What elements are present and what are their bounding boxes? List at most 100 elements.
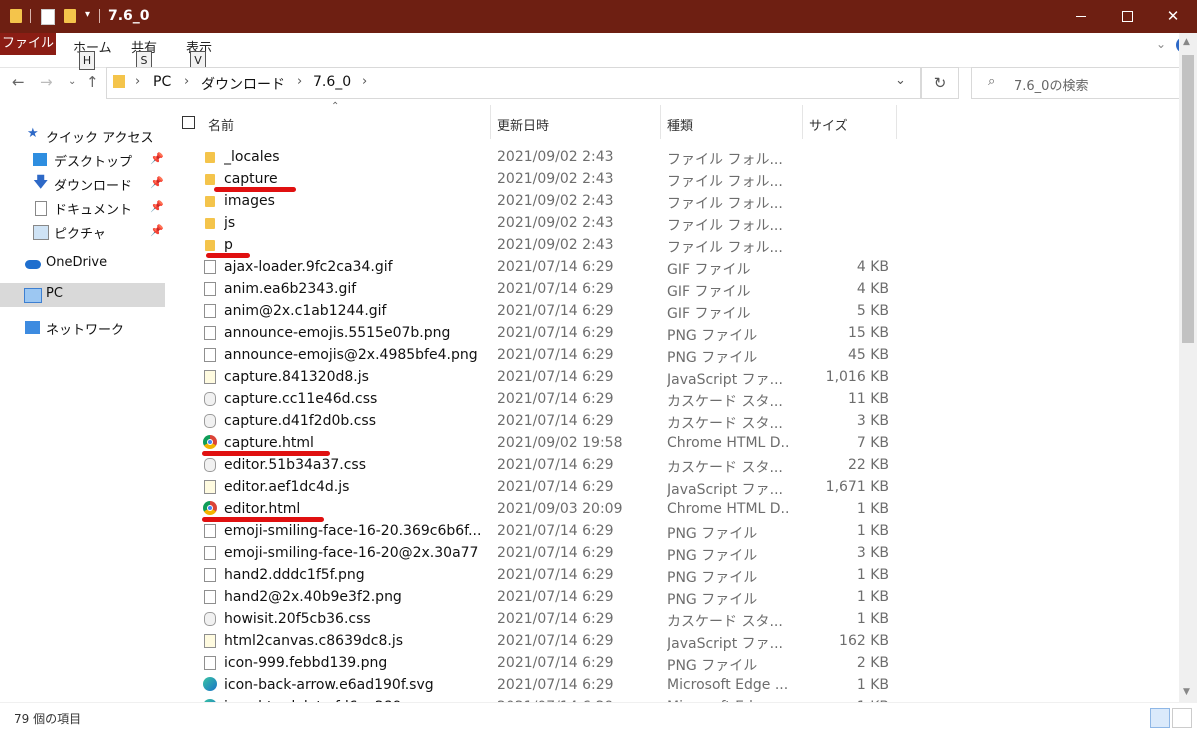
file-row[interactable]: anim@2x.c1ab1244.gif 2021/07/14 6:29 GIF フ… xyxy=(166,300,1179,322)
file-type: PNG ファイル xyxy=(667,350,758,366)
file-row[interactable]: js 2021/09/02 2:43 ファイル フォル... xyxy=(166,212,1179,234)
file-row[interactable]: capture.cc11e46d.css 2021/07/14 6:29 カスケード… xyxy=(166,388,1179,410)
file-type: PNG ファイル xyxy=(667,570,758,586)
file-type: JavaScript ファ... xyxy=(667,482,783,498)
file-row[interactable]: capture.d41f2d0b.css 2021/07/14 6:29 カスケード… xyxy=(166,410,1179,432)
file-name: capture.841320d8.js xyxy=(224,369,369,385)
search-input[interactable]: ⌕ 7.6_0の検索 xyxy=(971,67,1184,99)
file-row[interactable]: howisit.20f5cb36.css 2021/07/14 6:29 カスケード… xyxy=(166,608,1179,630)
file-type: PNG ファイル xyxy=(667,592,758,608)
file-date: 2021/07/14 6:29 xyxy=(497,303,614,319)
file-row[interactable]: p 2021/09/02 2:43 ファイル フォル... xyxy=(166,234,1179,256)
file-icon xyxy=(204,282,216,296)
file-row[interactable]: icon-999.febbd139.png 2021/07/14 6:29 PNG … xyxy=(166,652,1179,674)
scrollbar-thumb[interactable] xyxy=(1182,55,1194,343)
column-header-size[interactable]: サイズ xyxy=(809,115,848,134)
details-view-icon[interactable] xyxy=(1150,708,1170,728)
properties-icon[interactable] xyxy=(41,9,55,25)
file-type: PNG ファイル xyxy=(667,328,758,344)
select-all-checkbox[interactable] xyxy=(182,116,195,129)
column-divider[interactable] xyxy=(490,105,491,139)
red-underline-annotation xyxy=(202,517,324,522)
file-name: icon-back-arrow.e6ad190f.svg xyxy=(224,677,434,693)
title-bar: ▾ 7.6_0 ✕ xyxy=(0,0,1197,33)
column-divider[interactable] xyxy=(896,105,897,139)
pin-icon[interactable]: 📌 xyxy=(150,152,164,165)
file-row[interactable]: emoji-smiling-face-16-20@2x.30a77... 2021… xyxy=(166,542,1179,564)
up-button[interactable]: ↑ xyxy=(86,73,99,91)
column-header-type[interactable]: 種類 xyxy=(667,115,693,134)
breadcrumb-downloads[interactable]: ダウンロード xyxy=(201,74,285,94)
file-row[interactable]: announce-emojis.5515e07b.png 2021/07/14 6… xyxy=(166,322,1179,344)
picture-icon xyxy=(33,225,49,240)
maximize-button[interactable] xyxy=(1104,0,1150,33)
chevron-right-icon: › xyxy=(362,74,368,89)
refresh-button[interactable]: ↻ xyxy=(921,67,959,99)
chevron-down-icon[interactable]: ⌄ xyxy=(895,73,906,88)
file-list: ⌃ 名前 更新日時 種類 サイズ _locales 2021/09/02 2:43… xyxy=(166,99,1179,702)
file-row[interactable]: icon-back-arrow.e6ad190f.svg 2021/07/14 6… xyxy=(166,674,1179,696)
folder-icon xyxy=(205,240,215,251)
file-size: 7 KB xyxy=(856,435,889,451)
sidebar-item-documents[interactable]: ドキュメント 📌 xyxy=(0,196,165,220)
file-icon xyxy=(204,524,216,538)
sidebar-item-pc[interactable]: PC xyxy=(0,283,165,307)
file-type: ファイル フォル... xyxy=(667,152,783,168)
column-divider[interactable] xyxy=(802,105,803,139)
file-row[interactable]: capture.841320d8.js 2021/07/14 6:29 JavaSc… xyxy=(166,366,1179,388)
sidebar-item-onedrive[interactable]: OneDrive xyxy=(0,252,165,276)
file-row[interactable]: editor.aef1dc4d.js 2021/07/14 6:29 JavaScr… xyxy=(166,476,1179,498)
file-type: ファイル フォル... xyxy=(667,240,783,256)
file-row[interactable]: _locales 2021/09/02 2:43 ファイル フォル... xyxy=(166,146,1179,168)
desktop-icon xyxy=(33,153,47,166)
file-row[interactable]: html2canvas.c8639dc8.js 2021/07/14 6:29 Ja… xyxy=(166,630,1179,652)
scroll-up-icon[interactable]: ▲ xyxy=(1183,37,1190,47)
recent-locations-icon[interactable]: ⌄ xyxy=(68,76,76,87)
file-row[interactable]: ajax-loader.9fc2ca34.gif 2021/07/14 6:29 G… xyxy=(166,256,1179,278)
file-size: 5 KB xyxy=(856,303,889,319)
tab-file[interactable]: ファイル xyxy=(0,33,56,55)
vertical-scrollbar[interactable]: ▲ ▼ xyxy=(1179,33,1197,702)
back-button[interactable]: ← xyxy=(12,73,25,91)
file-date: 2021/09/02 2:43 xyxy=(497,171,614,187)
breadcrumb-current[interactable]: 7.6_0 xyxy=(313,74,351,90)
file-date: 2021/09/02 2:43 xyxy=(497,215,614,231)
file-row[interactable]: announce-emojis@2x.4985bfe4.png 2021/07/1… xyxy=(166,344,1179,366)
sidebar-item-network[interactable]: ネットワーク xyxy=(0,316,165,340)
file-row[interactable]: hand2@2x.40b9e3f2.png 2021/07/14 6:29 PNG … xyxy=(166,586,1179,608)
javascript-file-icon xyxy=(204,634,216,648)
column-divider[interactable] xyxy=(660,105,661,139)
file-type: GIF ファイル xyxy=(667,306,751,322)
file-row[interactable]: emoji-smiling-face-16-20.369c6b6f.... 202… xyxy=(166,520,1179,542)
pin-icon[interactable]: 📌 xyxy=(150,176,164,189)
sidebar-item-downloads[interactable]: 🡇 ダウンロード 📌 xyxy=(0,172,165,196)
red-underline-annotation xyxy=(214,187,296,192)
scroll-down-icon[interactable]: ▼ xyxy=(1183,687,1190,697)
expand-ribbon-icon[interactable]: ⌄ xyxy=(1156,37,1166,51)
file-name: capture xyxy=(224,171,278,187)
breadcrumb-pc[interactable]: PC xyxy=(153,74,171,90)
pin-icon[interactable]: 📌 xyxy=(150,200,164,213)
address-bar[interactable]: › PC › ダウンロード › 7.6_0 › ⌄ xyxy=(106,67,921,99)
sidebar-item-pictures[interactable]: ピクチャ 📌 xyxy=(0,220,165,244)
quick-access-dropdown-icon[interactable]: ▾ xyxy=(85,9,90,20)
file-size: 1 KB xyxy=(856,501,889,517)
new-folder-icon[interactable] xyxy=(64,9,76,23)
folder-icon xyxy=(205,152,215,163)
large-icons-view-icon[interactable] xyxy=(1172,708,1192,728)
file-row[interactable]: capture 2021/09/02 2:43 ファイル フォル... xyxy=(166,168,1179,190)
column-header-name[interactable]: 名前 xyxy=(208,115,234,134)
column-header-date[interactable]: 更新日時 xyxy=(497,115,549,134)
file-row[interactable]: hand2.dddc1f5f.png 2021/07/14 6:29 PNG ファイ… xyxy=(166,564,1179,586)
minimize-button[interactable] xyxy=(1058,0,1104,33)
close-button[interactable]: ✕ xyxy=(1150,0,1196,33)
sidebar-item-desktop[interactable]: デスクトップ 📌 xyxy=(0,148,165,172)
sidebar-item-quick-access[interactable]: ★ クイック アクセス xyxy=(0,124,165,148)
pin-icon[interactable]: 📌 xyxy=(150,224,164,237)
file-row[interactable]: editor.51b34a37.css 2021/07/14 6:29 カスケード … xyxy=(166,454,1179,476)
file-date: 2021/09/02 2:43 xyxy=(497,237,614,253)
file-row[interactable]: anim.ea6b2343.gif 2021/07/14 6:29 GIF ファイル… xyxy=(166,278,1179,300)
file-type: カスケード スタ... xyxy=(667,416,783,432)
file-row[interactable]: images 2021/09/02 2:43 ファイル フォル... xyxy=(166,190,1179,212)
forward-button[interactable]: → xyxy=(40,73,53,91)
